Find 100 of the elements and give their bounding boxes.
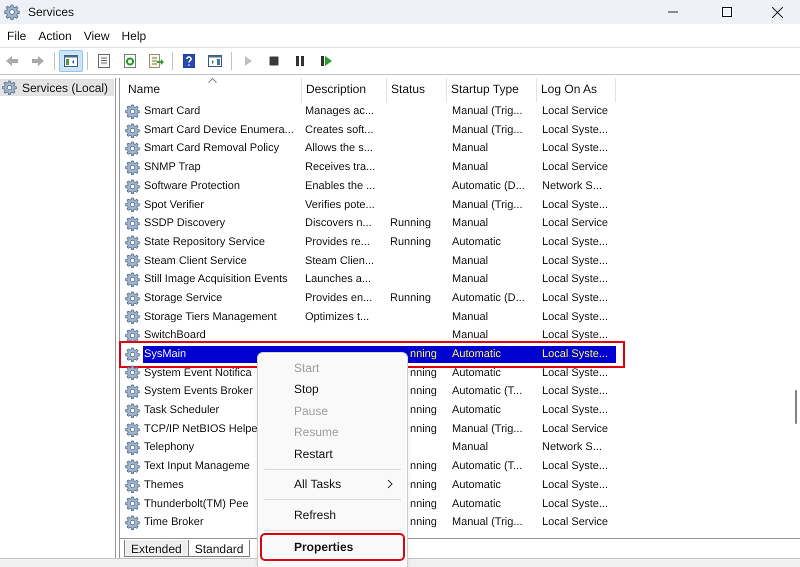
- gear-icon: [125, 122, 140, 138]
- gear-icon: [125, 440, 140, 456]
- table-cell-text: Storage Service: [144, 290, 222, 306]
- table-cell-text: Local Syste...: [542, 254, 608, 269]
- context-menu-item[interactable]: All Tasks: [262, 474, 403, 495]
- gear-icon: [125, 496, 140, 512]
- menu-item[interactable]: Help: [116, 24, 152, 46]
- panel-icon: [207, 53, 223, 69]
- table-cell-text: Task Scheduler: [144, 403, 220, 418]
- table-cell-text: Optimizes t...: [305, 310, 370, 325]
- table-cell-text: Creates soft...: [305, 122, 374, 138]
- window-title: Services: [28, 4, 74, 21]
- table-cell-text: Steam Clien...: [305, 254, 374, 269]
- gear-icon: [125, 234, 140, 250]
- table-cell-text: SwitchBoard: [144, 328, 206, 344]
- panel-toggle-button[interactable]: [59, 50, 83, 72]
- table-cell-text: Network S...: [542, 440, 602, 456]
- gear-icon: [125, 365, 140, 380]
- table-cell-text: Thunderbolt(TM) Pee: [144, 496, 249, 512]
- table-cell-text: Manual: [452, 328, 488, 344]
- gear-icon: [125, 402, 140, 418]
- context-menu-item[interactable]: Properties: [262, 534, 403, 558]
- menu-item[interactable]: Action: [32, 24, 78, 46]
- table-cell-text: Provides re...: [305, 234, 370, 250]
- table-cell-text: System Events Broker: [144, 384, 253, 400]
- view-tab[interactable]: Extended: [124, 540, 189, 557]
- gear-icon: [125, 216, 140, 231]
- table-cell-text: Manual: [452, 272, 488, 288]
- table-cell-text: Local Syste...: [542, 459, 608, 474]
- table-cell-text: Smart Card Removal Policy: [144, 141, 280, 156]
- column-header[interactable]: Description: [302, 78, 387, 102]
- table-cell-text: nning: [410, 459, 437, 474]
- scrollbar-thumb[interactable]: [795, 390, 797, 424]
- table-cell-text: Local Service: [542, 104, 608, 120]
- table-cell-text: Automatic: [452, 478, 501, 493]
- gear-icon: [125, 272, 140, 288]
- context-menu-item[interactable]: Stop: [262, 378, 403, 400]
- column-header[interactable]: Name: [124, 78, 302, 102]
- table-cell-text: Receives tra...: [305, 160, 376, 176]
- gear-icon: [125, 458, 140, 474]
- table-cell-text: Spot Verifier: [144, 198, 204, 213]
- gear-icon: [125, 328, 140, 344]
- table-cell-text: Automatic (T...: [452, 459, 522, 474]
- table-cell-text: SNMP Trap: [144, 160, 201, 176]
- app-icon: [4, 4, 20, 20]
- context-menu-item[interactable]: Restart: [262, 443, 403, 464]
- table-cell-text: Local Syste...: [542, 290, 608, 306]
- table-cell-text: Software Protection: [144, 178, 240, 194]
- column-header[interactable]: Status: [387, 78, 447, 102]
- table-cell-text: Launches a...: [305, 272, 372, 288]
- gear-icon: [125, 290, 140, 306]
- table-cell-text: Local Service: [542, 422, 608, 437]
- table-cell-text: Automatic: [452, 347, 501, 362]
- gear-icon: [125, 160, 140, 175]
- gear-icon: [125, 346, 140, 362]
- document-icon: [96, 53, 112, 69]
- table-cell-text: nning: [410, 515, 437, 530]
- minimize-icon: [668, 11, 678, 13]
- table-cell-text: Local Syste...: [542, 272, 608, 288]
- table-cell-text: Network S...: [542, 178, 602, 194]
- table-cell-text: Automatic: [452, 496, 501, 512]
- table-cell-text: TCP/IP NetBIOS Helpe: [144, 422, 258, 437]
- table-cell-text: Verifies pote...: [305, 198, 375, 213]
- table-cell-text: Local Service: [542, 515, 608, 530]
- table-cell-text: Local Syste...: [542, 198, 608, 213]
- menu-item[interactable]: File: [1, 24, 32, 46]
- table-cell-text: Manual: [452, 254, 488, 269]
- export-icon: [148, 53, 164, 69]
- view-tab[interactable]: Standard: [188, 540, 250, 557]
- table-cell-text: Themes: [144, 478, 184, 493]
- table-cell-text: Automatic (T...: [452, 384, 522, 400]
- table-cell-text: State Repository Service: [144, 234, 266, 250]
- gear-icon: [125, 141, 140, 156]
- table-cell-text: Automatic: [452, 366, 501, 381]
- table-cell-text: nning: [410, 496, 437, 512]
- tree-item[interactable]: Services (Local): [0, 79, 114, 96]
- table-cell-text: Manual: [452, 160, 488, 176]
- table-cell-text: Telephony: [144, 440, 194, 456]
- table-cell-text: Local Syste...: [542, 496, 608, 512]
- table-cell-text: Manual: [452, 440, 488, 456]
- table-cell-text: Time Broker: [144, 515, 204, 530]
- table-cell-text: Manual (Trig...: [452, 515, 523, 530]
- context-menu-item[interactable]: Refresh: [262, 504, 403, 526]
- table-cell-text: nning: [410, 347, 437, 362]
- table-cell-text: Local Service: [542, 160, 608, 176]
- table-cell-text: nning: [410, 384, 437, 400]
- table-cell-text: Allows the s...: [305, 141, 373, 156]
- table-cell-text: Still Image Acquisition Events: [144, 272, 288, 288]
- table-cell-text: Manual: [452, 216, 488, 232]
- table-cell-text: Automatic: [452, 234, 501, 250]
- gear-icon: [125, 197, 140, 212]
- table-cell-text: Enables the ...: [305, 178, 376, 194]
- table-cell-text: Running: [390, 216, 431, 232]
- menu-item[interactable]: View: [78, 24, 116, 46]
- column-header[interactable]: Startup Type: [447, 78, 537, 102]
- table-cell-text: nning: [410, 366, 437, 381]
- table-cell-text: Manual: [452, 141, 488, 156]
- table-cell-text: Local Syste...: [542, 122, 608, 138]
- table-cell-text: Storage Tiers Management: [144, 310, 277, 325]
- column-header[interactable]: Log On As: [537, 78, 616, 102]
